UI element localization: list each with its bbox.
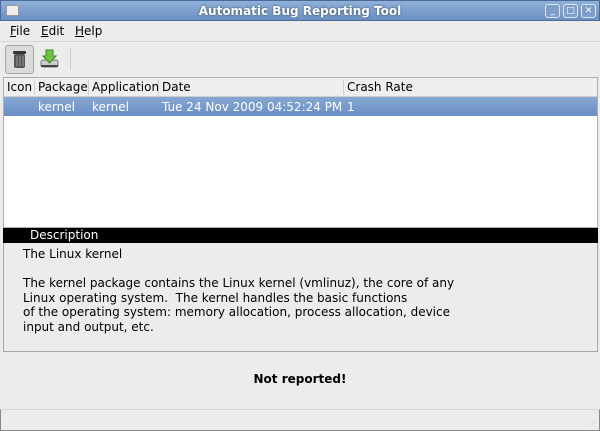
report-button[interactable]	[36, 45, 65, 74]
column-crash-rate[interactable]: Crash Rate	[343, 80, 413, 95]
maximize-button[interactable]: □	[563, 4, 578, 18]
menu-file[interactable]: File	[10, 24, 30, 38]
table-row[interactable]: kernel kernel Tue 24 Nov 2009 04:52:24 P…	[4, 97, 597, 116]
description-header: Description	[3, 228, 598, 243]
resize-grip-icon[interactable]: ⋰	[589, 420, 596, 428]
toolbar	[0, 41, 600, 76]
description-text: The Linux kernel The kernel package cont…	[3, 243, 598, 352]
minimize-button[interactable]: _	[545, 4, 560, 18]
menu-edit[interactable]: Edit	[41, 24, 64, 38]
window-title: Automatic Bug Reporting Tool	[198, 4, 402, 18]
menu-help[interactable]: Help	[75, 24, 102, 38]
column-icon[interactable]: Icon	[4, 80, 32, 95]
cell-package: kernel	[38, 100, 75, 114]
list-header: Icon Package Application Date Crash Rate	[4, 78, 597, 97]
column-package[interactable]: Package	[34, 80, 88, 95]
menu-bar: File Edit Help	[0, 21, 600, 41]
cell-date: Tue 24 Nov 2009 04:52:24 PM	[162, 100, 343, 114]
toolbar-separator	[70, 48, 71, 70]
report-status: Not reported!	[253, 372, 347, 386]
column-date[interactable]: Date	[158, 80, 191, 95]
cell-crash-rate: 1	[347, 100, 355, 114]
download-icon	[40, 49, 59, 68]
delete-button[interactable]	[5, 45, 34, 74]
column-application[interactable]: Application	[88, 80, 159, 95]
close-button[interactable]: ✕	[581, 4, 596, 18]
cell-application: kernel	[92, 100, 129, 114]
status-bar: ⋰	[0, 409, 600, 431]
crash-list[interactable]: Icon Package Application Date Crash Rate…	[3, 77, 598, 228]
trash-icon	[13, 51, 26, 68]
title-bar: Automatic Bug Reporting Tool _ □ ✕	[0, 0, 600, 21]
